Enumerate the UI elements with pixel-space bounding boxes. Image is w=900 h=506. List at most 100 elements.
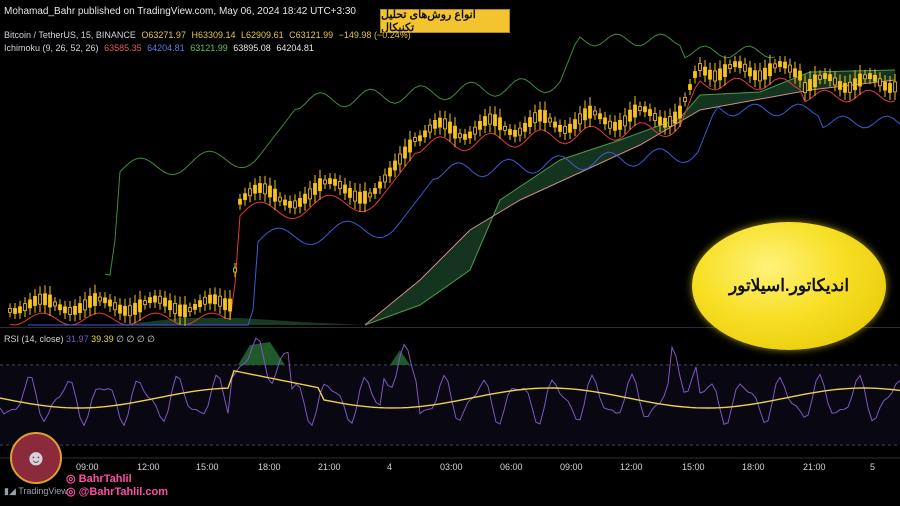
candle-body	[453, 125, 457, 139]
candle-body	[533, 112, 537, 124]
candle-body	[413, 137, 417, 142]
candle-body	[403, 146, 407, 159]
candle-body	[553, 121, 557, 128]
candle-body	[358, 191, 362, 204]
candle-body	[68, 307, 72, 315]
candle-body	[93, 293, 97, 306]
candle-body	[218, 295, 222, 307]
candle-body	[588, 105, 592, 119]
candle-body	[893, 81, 897, 93]
rsi-legend[interactable]: RSI (14, close) 31.97 39.39 ∅ ∅ ∅ ∅	[4, 334, 155, 345]
candle-body	[563, 125, 567, 134]
time-tick: 21:00	[318, 462, 341, 472]
instagram-handle[interactable]: ◎ BahrTahlil	[66, 472, 132, 485]
candle-body	[753, 70, 757, 81]
candle-body	[603, 117, 607, 125]
candle-body	[713, 70, 717, 82]
candle-body	[203, 296, 207, 305]
candle-body	[348, 188, 352, 198]
candle-body	[483, 116, 487, 126]
candle-body	[788, 64, 792, 73]
candle-body	[118, 304, 122, 314]
candle-body	[258, 183, 262, 193]
candle-body	[253, 184, 257, 194]
candle-body	[538, 109, 542, 122]
rsi-value: 31.97	[66, 334, 89, 344]
candle-body	[73, 305, 77, 315]
candle-body	[98, 296, 102, 302]
candle-body	[78, 303, 82, 313]
candle-body	[733, 61, 737, 68]
candle-body	[273, 188, 277, 202]
candle-body	[298, 198, 302, 207]
rsi-empty-values: ∅ ∅ ∅ ∅	[116, 334, 156, 344]
candle-body	[323, 179, 327, 185]
candle-body	[518, 127, 522, 136]
candle-body	[473, 126, 477, 135]
candle-body	[598, 113, 602, 120]
rsi-ma-value: 39.39	[91, 334, 114, 344]
time-tick: 18:00	[258, 462, 281, 472]
candle-body	[398, 153, 402, 165]
candle-body	[328, 178, 332, 185]
candle-body	[793, 68, 797, 78]
candle-body	[578, 113, 582, 125]
candle-body	[158, 295, 162, 304]
candle-body	[673, 111, 677, 124]
candle-body	[353, 190, 357, 202]
candle-body	[663, 117, 667, 128]
candle-body	[288, 201, 292, 208]
tradingview-logo: ▮◢ TradingView	[4, 486, 68, 496]
candle-body	[528, 117, 532, 128]
candle-body	[393, 160, 397, 171]
candle-body	[313, 183, 317, 195]
candle-body	[783, 61, 787, 69]
candle-body	[648, 109, 652, 116]
candle-body	[658, 116, 662, 126]
candle-body	[88, 295, 92, 308]
candle-body	[228, 298, 232, 312]
candle-body	[368, 192, 372, 198]
time-tick: 18:00	[742, 462, 765, 472]
candle-body	[18, 306, 22, 314]
candle-body	[628, 109, 632, 122]
candle-body	[803, 82, 807, 94]
candle-body	[873, 74, 877, 82]
candle-body	[43, 293, 47, 306]
site-handle[interactable]: ◎ @BahrTahlil.com	[66, 485, 168, 498]
candle-body	[223, 298, 227, 311]
candle-body	[808, 79, 812, 91]
candle-body	[148, 297, 152, 303]
time-tick: 12:00	[137, 462, 160, 472]
candle-body	[703, 66, 707, 76]
candle-body	[303, 193, 307, 204]
candle-body	[883, 81, 887, 91]
candle-body	[558, 124, 562, 132]
time-tick: 06:00	[500, 462, 523, 472]
candle-body	[718, 68, 722, 81]
candle-body	[633, 104, 637, 118]
candle-body	[653, 113, 657, 121]
candle-body	[188, 307, 192, 313]
time-tick: 21:00	[803, 462, 826, 472]
candle-body	[723, 64, 727, 78]
candle-body	[818, 74, 822, 80]
candle-body	[178, 304, 182, 317]
candle-body	[8, 307, 12, 313]
candle-body	[143, 300, 147, 306]
candle-body	[163, 297, 167, 307]
time-tick: 15:00	[196, 462, 219, 472]
candle-body	[133, 303, 137, 315]
candle-body	[848, 81, 852, 93]
candle-body	[513, 129, 517, 137]
candle-body	[863, 74, 867, 80]
candle-body	[58, 304, 62, 311]
candle-body	[523, 122, 527, 132]
candle-body	[643, 106, 647, 113]
candle-body	[238, 198, 242, 205]
candle-body	[503, 125, 507, 131]
candle-body	[613, 121, 617, 131]
candle-body	[833, 77, 837, 86]
time-tick: 12:00	[620, 462, 643, 472]
candle-body	[838, 81, 842, 90]
